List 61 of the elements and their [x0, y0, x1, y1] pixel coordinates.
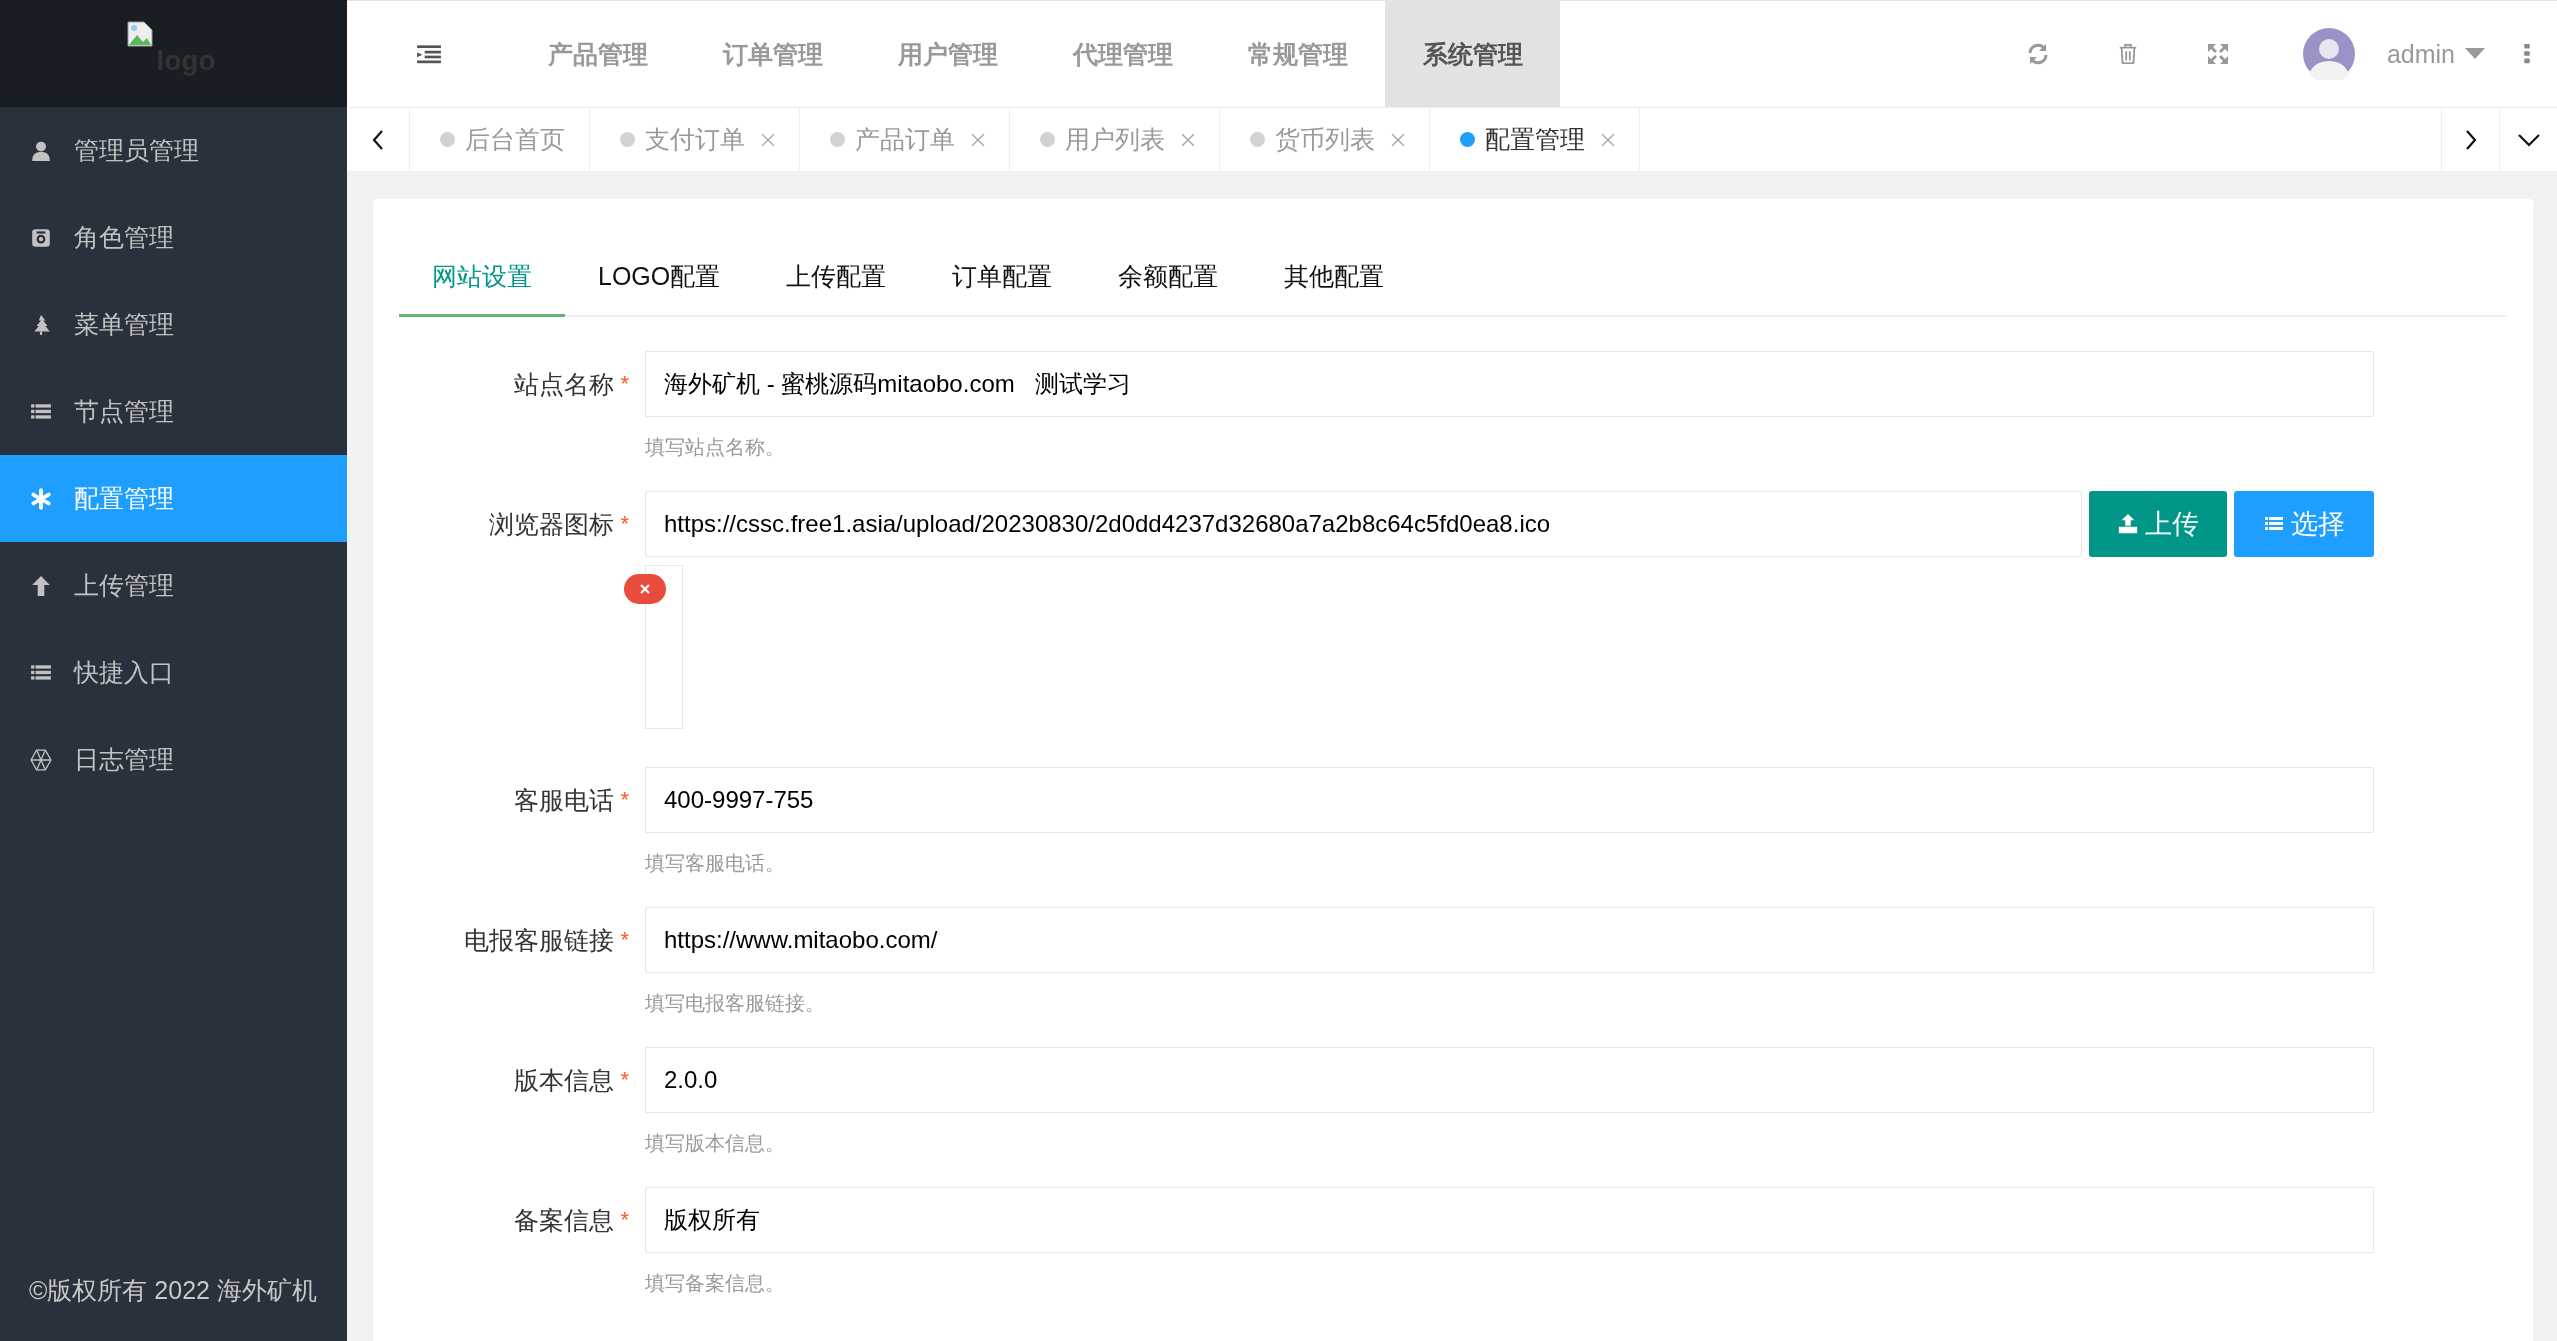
- upload-button[interactable]: 上传: [2089, 491, 2227, 557]
- user-icon: [30, 139, 52, 162]
- sidebar-item[interactable]: 节点管理: [0, 368, 347, 455]
- required-mark: *: [620, 1207, 629, 1233]
- sidebar-item[interactable]: 上传管理: [0, 542, 347, 629]
- text-field[interactable]: 2.0.0: [645, 1047, 2374, 1113]
- field-label: 客服电话: [514, 784, 615, 816]
- settings-tab[interactable]: 其他配置: [1251, 239, 1418, 317]
- more-icon: [2524, 43, 2530, 65]
- close-icon[interactable]: [761, 132, 775, 147]
- upload-icon: [2117, 513, 2139, 535]
- help-text: 填写版本信息。: [645, 1131, 786, 1156]
- settings-tab[interactable]: LOGO配置: [565, 239, 754, 317]
- broken-image-icon: [126, 20, 155, 48]
- sidebar-item[interactable]: 日志管理: [0, 716, 347, 803]
- caret-icon: [2465, 48, 2485, 60]
- expand-icon: [2205, 42, 2230, 66]
- field-label: 浏览器图标: [489, 508, 615, 540]
- required-mark: *: [620, 927, 629, 953]
- sidebar-item[interactable]: 角色管理: [0, 194, 347, 281]
- close-icon[interactable]: [971, 132, 985, 147]
- close-icon[interactable]: [1391, 132, 1405, 147]
- help-text: 填写备案信息。: [645, 1271, 786, 1296]
- delete-button[interactable]: [624, 574, 666, 604]
- url-field[interactable]: https://cssc.free1.asia/upload/20230830/2d0dd4237d32680a7a2b8c64c5fd0ea8.ico: [645, 491, 2082, 557]
- text-field[interactable]: https://www.mitaobo.com/: [645, 907, 2374, 973]
- copyright-text: ©版权所有 2022 海外矿机: [28, 1275, 318, 1306]
- close-icon[interactable]: [1181, 132, 1195, 147]
- field-label: 备案信息: [514, 1204, 615, 1236]
- close-icon[interactable]: [1601, 132, 1615, 147]
- id-badge-icon: [30, 226, 52, 249]
- menu-icon: [415, 43, 442, 65]
- settings-tab[interactable]: 余额配置: [1085, 239, 1252, 317]
- field-label: 站点名称: [514, 368, 615, 400]
- settings-tab[interactable]: 上传配置: [753, 239, 920, 317]
- help-text: 填写客服电话。: [645, 851, 786, 876]
- field-label: 版本信息: [514, 1064, 615, 1096]
- text-field[interactable]: 400-9997-755: [645, 767, 2374, 833]
- settings-tab[interactable]: 网站设置: [399, 239, 565, 317]
- required-mark: *: [620, 371, 629, 397]
- sidebar-item[interactable]: 菜单管理: [0, 281, 347, 368]
- sidebar-item[interactable]: 管理员管理: [0, 107, 347, 194]
- chevron-right-icon: [2464, 128, 2477, 151]
- help-text: 填写电报客服链接。: [645, 991, 826, 1016]
- chevron-left-icon: [372, 128, 384, 151]
- field-label: 电报客服链接: [464, 924, 615, 956]
- close-icon: [640, 584, 650, 594]
- asterisk-icon: [30, 487, 52, 510]
- text-field[interactable]: 版权所有: [645, 1187, 2374, 1253]
- help-text: 填写站点名称。: [645, 435, 786, 460]
- required-mark: *: [620, 511, 629, 537]
- sidebar-item[interactable]: 快捷入口: [0, 629, 347, 716]
- chevron-down-icon: [2516, 132, 2541, 147]
- text-field[interactable]: 海外矿机 - 蜜桃源码mitaobo.com 测试学习: [645, 351, 2374, 417]
- arrow-up-icon: [30, 574, 52, 597]
- top-nav-item[interactable]: 系统管理: [1385, 1, 1560, 107]
- settings-tab[interactable]: 订单配置: [919, 239, 1086, 317]
- required-mark: *: [620, 787, 629, 813]
- hexagon-icon: [30, 748, 52, 771]
- required-mark: *: [620, 1067, 629, 1093]
- avatar: [2302, 28, 2355, 80]
